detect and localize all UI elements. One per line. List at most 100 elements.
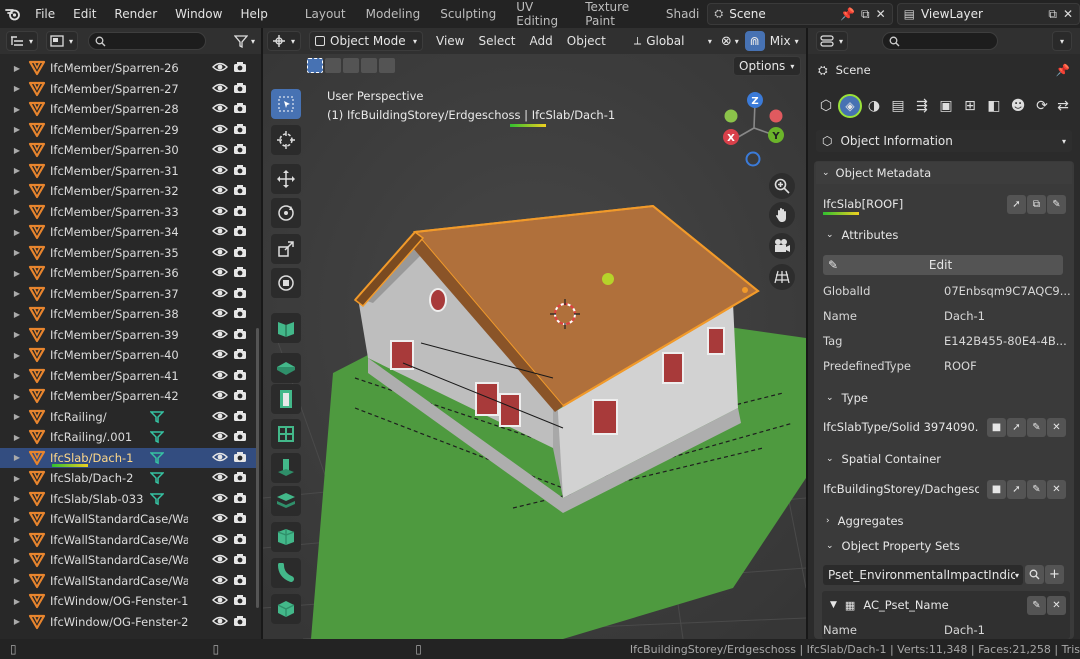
outliner-row[interactable]: ▶ IfcRailing/ xyxy=(0,407,257,428)
outliner-row[interactable]: ▶ IfcMember/Sparren-40 xyxy=(0,345,257,366)
outliner-row[interactable]: ▶ IfcWallStandardCase/Wan xyxy=(0,509,257,530)
render-camera-icon[interactable] xyxy=(233,82,247,95)
expand-arrow-icon[interactable]: ▶ xyxy=(10,576,24,585)
visibility-eye-icon[interactable] xyxy=(212,225,228,239)
pan-button[interactable] xyxy=(769,202,795,228)
expand-arrow-icon[interactable]: ▶ xyxy=(10,146,24,155)
aggregates-header[interactable]: › Aggregates xyxy=(826,510,1072,532)
outliner-row[interactable]: ▶ IfcMember/Sparren-42 xyxy=(0,386,257,407)
select-extend-icon[interactable] xyxy=(325,58,341,73)
render-camera-icon[interactable] xyxy=(233,615,247,628)
camera-view-button[interactable] xyxy=(769,233,795,259)
expand-arrow-icon[interactable]: ▶ xyxy=(10,453,24,462)
expand-arrow-icon[interactable]: ▶ xyxy=(10,105,24,114)
outliner-row[interactable]: ▶ IfcMember/Sparren-27 xyxy=(0,79,257,100)
visibility-eye-icon[interactable] xyxy=(212,164,228,178)
bim-element-tool[interactable] xyxy=(271,594,301,624)
bim-door-tool[interactable] xyxy=(271,384,301,414)
tab-sculpting[interactable]: Sculpting xyxy=(430,0,506,28)
render-camera-icon[interactable] xyxy=(233,512,247,525)
properties-options-dropdown[interactable]: ▾ xyxy=(1052,31,1072,51)
expand-arrow-icon[interactable]: ▶ xyxy=(10,412,24,421)
render-camera-icon[interactable] xyxy=(233,471,247,484)
tab-shading[interactable]: Shadi xyxy=(656,0,704,28)
visibility-eye-icon[interactable] xyxy=(212,369,228,383)
expand-arrow-icon[interactable]: ▶ xyxy=(10,535,24,544)
render-camera-icon[interactable] xyxy=(233,348,247,361)
menu-select[interactable]: Select xyxy=(471,34,522,48)
tab-texture-paint[interactable]: Texture Paint xyxy=(575,0,656,28)
select-box-tool[interactable] xyxy=(271,89,301,119)
render-camera-icon[interactable] xyxy=(233,266,247,279)
select-invert-icon[interactable] xyxy=(361,58,377,73)
tab-uv-editing[interactable]: UV Editing xyxy=(506,0,575,28)
bim-column-tool[interactable] xyxy=(271,453,301,483)
copy-icon[interactable]: ⧉ xyxy=(861,7,870,22)
bim-wall-tool[interactable] xyxy=(271,313,301,343)
visibility-eye-icon[interactable] xyxy=(212,246,228,260)
outliner-row[interactable]: ▶ IfcMember/Sparren-34 xyxy=(0,222,257,243)
3d-viewport[interactable]: ▾ Object Mode ▾ View Select Add Object ⟂… xyxy=(263,28,806,639)
expand-arrow-icon[interactable]: ▶ xyxy=(10,187,24,196)
filter-button[interactable]: ▾ xyxy=(233,34,255,48)
visibility-eye-icon[interactable] xyxy=(212,328,228,342)
view-layer-selector[interactable]: ▤ ViewLayer ⧉ ✕ xyxy=(896,3,1080,25)
visibility-eye-icon[interactable] xyxy=(212,205,228,219)
visibility-eye-icon[interactable] xyxy=(212,184,228,198)
pin-icon[interactable]: 📌 xyxy=(840,7,855,21)
render-camera-icon[interactable] xyxy=(233,451,247,464)
tab-render-icon[interactable]: ⬡ xyxy=(814,98,838,114)
tab-quality-icon[interactable]: ▣ xyxy=(934,98,958,114)
close-icon[interactable]: ✕ xyxy=(1047,595,1066,615)
outliner-row[interactable]: ▶ IfcMember/Sparren-28 xyxy=(0,99,257,120)
bim-beam-tool[interactable] xyxy=(271,522,301,552)
visibility-eye-icon[interactable] xyxy=(212,430,228,444)
menu-object[interactable]: Object xyxy=(560,34,613,48)
visibility-eye-icon[interactable] xyxy=(212,307,228,321)
spatial-container-header[interactable]: ⌄ Spatial Container xyxy=(826,448,1072,470)
render-camera-icon[interactable] xyxy=(233,184,247,197)
select-intersect-icon[interactable] xyxy=(379,58,395,73)
options-dropdown[interactable]: Options ▾ xyxy=(733,56,801,76)
visibility-eye-icon[interactable] xyxy=(212,512,228,526)
attribute-value[interactable]: ROOF xyxy=(944,359,1072,373)
expand-arrow-icon[interactable]: ▶ xyxy=(10,269,24,278)
outliner-row[interactable]: ▶ IfcMember/Sparren-38 xyxy=(0,304,257,325)
perspective-toggle-button[interactable] xyxy=(769,264,795,290)
snap-target-dropdown[interactable]: Mix ▾ xyxy=(770,34,799,48)
outliner-row[interactable]: ▶ IfcRailing/.001 xyxy=(0,427,257,448)
transform-orientation-dropdown[interactable]: ⟂ Global ▾ xyxy=(629,31,717,51)
outliner-row[interactable]: ▶ IfcWallStandardCase/Wan xyxy=(0,550,257,571)
close-icon[interactable]: ✕ xyxy=(876,7,886,21)
expand-arrow-icon[interactable]: ▶ xyxy=(10,474,24,483)
close-icon[interactable]: ✕ xyxy=(1063,7,1073,21)
outliner-row[interactable]: ▶ IfcSlab/Dach-2 xyxy=(0,468,257,489)
expand-arrow-icon[interactable]: ▶ xyxy=(10,617,24,626)
expand-arrow-icon[interactable]: ▶ xyxy=(10,64,24,73)
close-icon[interactable]: ✕ xyxy=(1047,479,1066,499)
zoom-button[interactable] xyxy=(769,173,795,199)
outliner-row[interactable]: ▶ IfcMember/Sparren-41 xyxy=(0,366,257,387)
expand-arrow-icon[interactable]: ▶ xyxy=(10,433,24,442)
visibility-eye-icon[interactable] xyxy=(212,287,228,301)
outliner-row[interactable]: ▶ IfcMember/Sparren-26 xyxy=(0,58,257,79)
outliner-row[interactable]: ▶ IfcMember/Sparren-39 xyxy=(0,325,257,346)
editor-type-button[interactable]: ▾ xyxy=(6,31,38,51)
tab-more-icon[interactable]: ⇄ xyxy=(1054,98,1072,114)
select-cursor-icon[interactable]: ➚ xyxy=(1007,479,1026,499)
visibility-eye-icon[interactable] xyxy=(212,533,228,547)
search-pset-icon[interactable] xyxy=(1025,565,1044,584)
visibility-eye-icon[interactable] xyxy=(212,574,228,588)
rotate-tool[interactable] xyxy=(271,198,301,228)
expand-arrow-icon[interactable]: ▶ xyxy=(10,289,24,298)
visibility-eye-icon[interactable] xyxy=(212,594,228,608)
tab-material-icon[interactable]: ◑ xyxy=(862,98,886,114)
add-pset-icon[interactable]: + xyxy=(1045,565,1064,584)
expand-arrow-icon[interactable]: ▶ xyxy=(10,351,24,360)
attributes-header[interactable]: ⌄ Attributes xyxy=(826,224,1072,246)
expand-arrow-icon[interactable]: ▶ xyxy=(10,125,24,134)
visibility-eye-icon[interactable] xyxy=(212,615,228,629)
ac-pset-header[interactable]: ▼ ▦ AC_Pset_Name ✎ ✕ xyxy=(808,595,1080,615)
expand-arrow-icon[interactable]: ▶ xyxy=(10,392,24,401)
tab-services-icon[interactable]: ⟳ xyxy=(1030,98,1054,114)
